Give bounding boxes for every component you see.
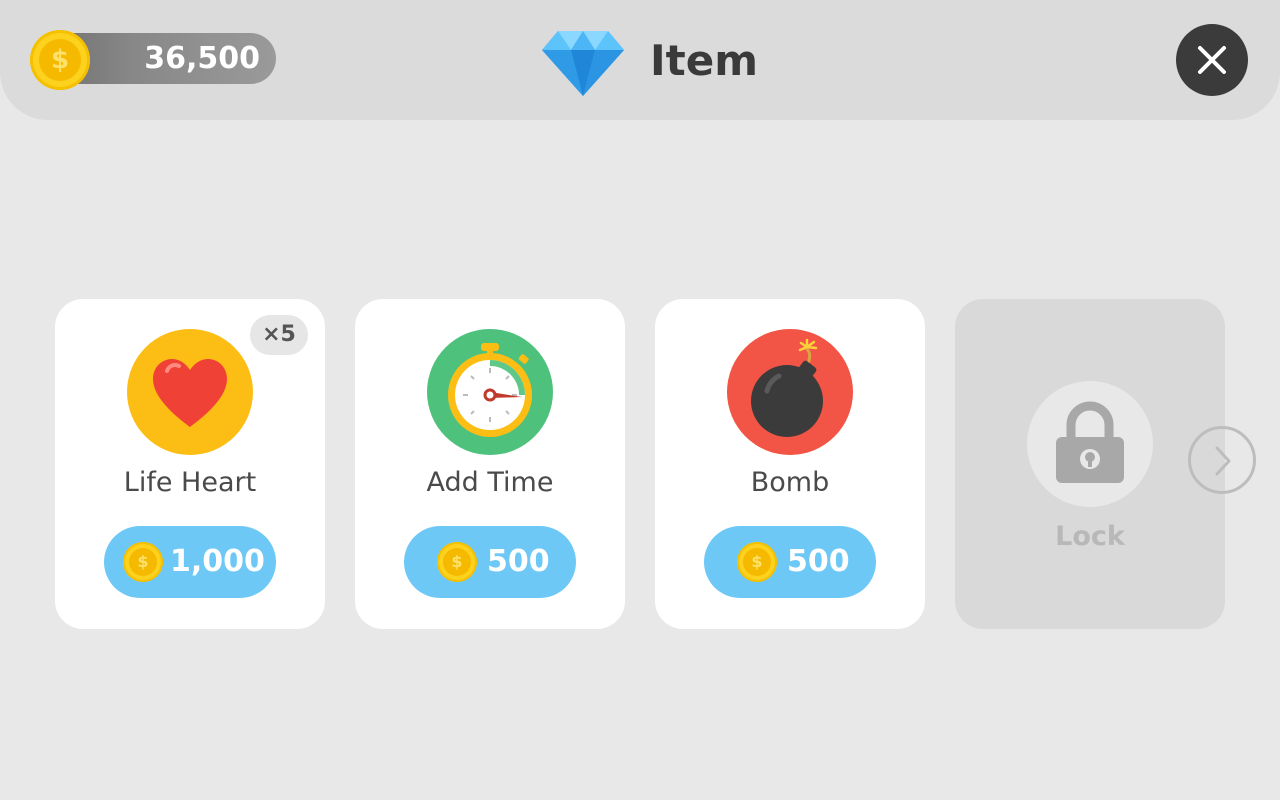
close-button[interactable] <box>1176 24 1248 96</box>
buy-button-life-heart[interactable]: $ 1,000 <box>104 526 276 598</box>
coin-icon: $ <box>30 30 90 90</box>
coin-symbol: $ <box>743 548 771 576</box>
bomb-icon <box>751 338 823 437</box>
heart-icon-circle <box>127 329 253 455</box>
chevron-right-icon <box>1215 446 1231 476</box>
item-name: Life Heart <box>123 467 257 498</box>
quantity-badge: ×5 <box>250 315 308 355</box>
stopwatch-icon <box>448 343 532 437</box>
item-name: Bomb <box>750 467 830 498</box>
locked-item-slot: Lock <box>955 299 1225 629</box>
diamond-icon <box>542 31 624 96</box>
coin-balance: 36,500 <box>144 41 260 76</box>
next-page-button[interactable] <box>1188 426 1256 494</box>
coin-icon: $ <box>123 542 163 582</box>
lock-icon <box>1056 401 1124 483</box>
lock-label: Lock <box>1055 521 1125 552</box>
item-card-bomb[interactable]: Bomb $ 500 <box>655 299 925 629</box>
coin-icon: $ <box>737 542 777 582</box>
buy-button-add-time[interactable]: $ 500 <box>404 526 576 598</box>
close-icon <box>1198 46 1226 74</box>
coin-symbol: $ <box>129 548 157 576</box>
item-name: Add Time <box>426 467 554 498</box>
lock-icon-circle <box>1027 381 1153 507</box>
bomb-icon-circle <box>727 329 853 455</box>
item-price: 500 <box>487 544 550 579</box>
page-title: Item <box>650 36 758 85</box>
coin-icon: $ <box>437 542 477 582</box>
buy-button-bomb[interactable]: $ 500 <box>704 526 876 598</box>
stopwatch-icon-circle <box>427 329 553 455</box>
item-price: 1,000 <box>170 544 265 579</box>
item-card-life-heart[interactable]: ×5 Life Heart $ 1,000 <box>55 299 325 629</box>
coin-symbol: $ <box>443 548 471 576</box>
item-card-add-time[interactable]: Add Time $ 500 <box>355 299 625 629</box>
heart-icon <box>153 359 227 427</box>
item-price: 500 <box>787 544 850 579</box>
coin-symbol: $ <box>39 39 81 81</box>
